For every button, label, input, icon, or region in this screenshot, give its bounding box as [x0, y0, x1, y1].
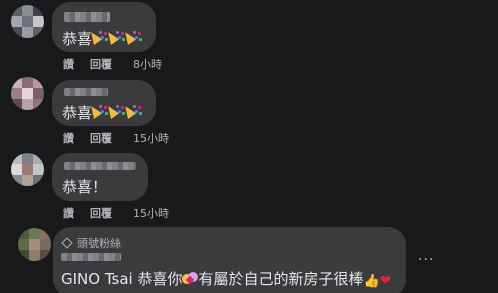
commenter-name[interactable] — [61, 253, 121, 261]
comment-text: 恭喜！ — [62, 178, 107, 196]
more-options-button[interactable]: ··· — [418, 252, 434, 268]
party-popper-emoji-group — [87, 103, 144, 124]
commenter-name[interactable] — [64, 88, 108, 96]
comment-bubble: 恭喜 — [52, 2, 156, 52]
avatar[interactable] — [11, 5, 44, 38]
comment-actions: 讚 回覆 15小時 — [63, 132, 213, 146]
comment-actions: 讚 回覆 15小時 — [63, 207, 213, 221]
avatar[interactable] — [11, 77, 44, 110]
avatar[interactable] — [11, 153, 44, 186]
top-fan-badge: 頭號粉絲 — [61, 235, 121, 251]
comment-body: 恭喜！ — [62, 178, 108, 196]
like-button[interactable]: 讚 — [63, 58, 74, 71]
comment-text: GINO Tsai 恭喜你 有屬於自己的新房子很棒👍❤ — [61, 270, 391, 291]
comment-bubble: 恭喜！ — [52, 153, 148, 201]
party-popper-icon — [121, 29, 143, 46]
top-fan-badge-label: 頭號粉絲 — [77, 237, 121, 250]
hugging-face-icon — [182, 272, 199, 286]
comment-text: 恭喜 — [62, 103, 144, 124]
like-button[interactable]: 讚 — [63, 132, 74, 145]
comment-body: 恭喜 — [62, 30, 93, 48]
comment-body-part1: GINO Tsai 恭喜你 — [61, 270, 183, 288]
reply-button[interactable]: 回覆 — [90, 58, 112, 71]
like-button[interactable]: 讚 — [63, 207, 74, 220]
reply-button[interactable]: 回覆 — [90, 132, 112, 145]
comment-body: 恭喜 — [62, 104, 93, 122]
comment-text: 恭喜 — [62, 29, 144, 50]
avatar[interactable] — [18, 228, 51, 261]
comment-bubble: 恭喜 — [52, 80, 156, 126]
timestamp[interactable]: 8小時 — [133, 58, 162, 71]
thumbs-up-icon: 👍 — [363, 274, 380, 289]
diamond-icon — [61, 237, 73, 249]
comment-thread: 恭喜 讚 回覆 8小時 恭喜 讚 回覆 15小時 恭喜！ 讚 回覆 15小時 頭… — [0, 0, 498, 293]
commenter-name[interactable] — [64, 162, 136, 170]
red-heart-icon: ❤ — [379, 273, 392, 289]
timestamp[interactable]: 15小時 — [133, 207, 169, 220]
party-popper-icon — [121, 103, 143, 120]
comment-body-part2: 有屬於自己的新房子很棒 — [198, 270, 364, 288]
commenter-name[interactable] — [64, 12, 110, 22]
comment-bubble: 頭號粉絲 GINO Tsai 恭喜你 有屬於自己的新房子很棒👍❤ — [53, 227, 406, 293]
comment-actions: 讚 回覆 8小時 — [63, 58, 203, 72]
reply-button[interactable]: 回覆 — [90, 207, 112, 220]
party-popper-emoji-group — [87, 29, 144, 50]
timestamp[interactable]: 15小時 — [133, 132, 169, 145]
